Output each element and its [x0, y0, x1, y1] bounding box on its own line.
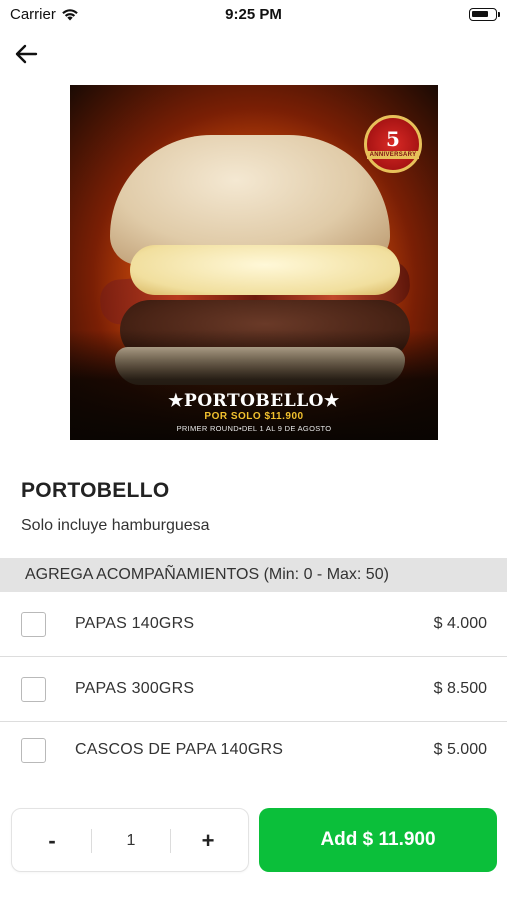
image-price-tagline: POR SOLO $11.900	[204, 411, 304, 422]
increase-quantity-button[interactable]: +	[168, 809, 248, 873]
section-title: AGREGA ACOMPAÑAMIENTOS (Min: 0 - Max: 50…	[25, 566, 389, 583]
option-row[interactable]: PAPAS 140GRS $ 4.000	[0, 592, 507, 657]
quantity-value: 1	[126, 832, 136, 849]
option-checkbox[interactable]	[21, 676, 46, 702]
option-row[interactable]: CASCOS DE PAPA 140GRS $ 5.000	[0, 722, 507, 779]
status-bar: Carrier 9:25 PM	[0, 0, 507, 30]
option-price: $ 4.000	[433, 615, 487, 632]
status-time: 9:25 PM	[225, 6, 282, 23]
back-button[interactable]	[10, 38, 42, 70]
option-price: $ 5.000	[433, 741, 487, 758]
product-image: 5 ANNIVERSARY ★PORTOBELLO★ POR SOLO $11.…	[70, 85, 438, 440]
option-row[interactable]: PAPAS 300GRS $ 8.500	[0, 657, 507, 722]
badge-text: ANNIVERSARY	[366, 151, 420, 159]
quantity-stepper: - 1 +	[11, 808, 249, 872]
product-description: Solo incluye hamburguesa	[21, 517, 210, 534]
arrow-left-icon	[15, 44, 38, 64]
decrease-quantity-button[interactable]: -	[12, 809, 92, 873]
battery-icon	[469, 8, 500, 21]
options-list: PAPAS 140GRS $ 4.000 PAPAS 300GRS $ 8.50…	[0, 592, 507, 779]
bottom-action-bar: - 1 + Add $ 11.900	[0, 778, 507, 900]
badge-number: 5	[386, 127, 400, 151]
section-header-sides: AGREGA ACOMPAÑAMIENTOS (Min: 0 - Max: 50…	[0, 558, 507, 592]
anniversary-badge: 5 ANNIVERSARY	[364, 115, 422, 173]
image-title: ★PORTOBELLO★	[168, 391, 340, 411]
option-label: PAPAS 140GRS	[75, 615, 195, 632]
image-dates: PRIMER ROUND•DEL 1 AL 9 DE AGOSTO	[176, 424, 332, 433]
option-checkbox[interactable]	[21, 737, 46, 763]
add-to-cart-button[interactable]: Add $ 11.900	[259, 808, 497, 872]
option-price: $ 8.500	[433, 680, 487, 697]
option-label: CASCOS DE PAPA 140GRS	[75, 741, 284, 758]
option-checkbox[interactable]	[21, 611, 46, 637]
product-name: PORTOBELLO	[21, 479, 170, 502]
option-label: PAPAS 300GRS	[75, 680, 195, 697]
burger-cheese	[130, 245, 400, 295]
